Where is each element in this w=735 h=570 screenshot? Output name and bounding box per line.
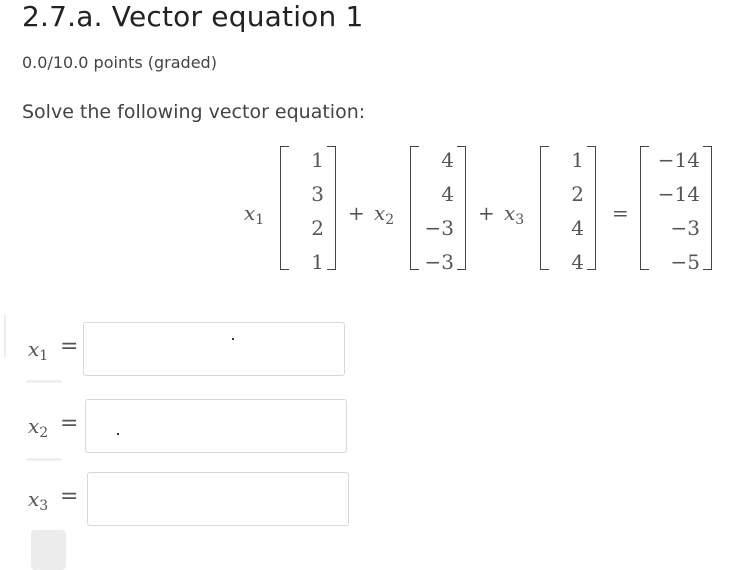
rhs-entry: −5 (670, 250, 700, 274)
problem-prompt: Solve the following vector equation: (22, 101, 366, 123)
plus-sign: + (348, 201, 365, 225)
answer-equals: = (60, 484, 79, 509)
answer-label-x3: x3 (28, 487, 49, 514)
rhs-entry: −14 (657, 182, 700, 206)
submit-status-box[interactable] (31, 530, 66, 570)
coef-x3: x3 (504, 201, 525, 228)
cursor-dot (117, 433, 119, 435)
vector-3-entry: 4 (571, 250, 584, 274)
vector-2-entry: −3 (424, 250, 454, 274)
vector-2: 4 4 −3 −3 (410, 146, 466, 274)
answer-equals: = (60, 411, 79, 436)
vector-3-entry: 2 (571, 182, 584, 206)
vector-1-entry: 1 (311, 250, 324, 274)
divider (4, 315, 6, 357)
problem-title: 2.7.a. Vector equation 1 (22, 0, 364, 33)
vector-1-entry: 3 (311, 182, 324, 206)
cursor-dot (232, 338, 234, 340)
vector-1-entry: 2 (311, 216, 324, 240)
vector-2-entry: 4 (441, 148, 454, 172)
answer-equals: = (60, 334, 79, 359)
vector-3-entry: 4 (571, 216, 584, 240)
coef-x2: x2 (374, 201, 395, 228)
rhs-vector: −14 −14 −3 −5 (640, 146, 712, 274)
x2-input[interactable] (85, 399, 347, 453)
vector-1-entry: 1 (311, 148, 324, 172)
vector-3-entry: 1 (571, 148, 584, 172)
equals-sign: = (612, 201, 629, 225)
answer-status-tab (26, 458, 62, 461)
vector-2-entry: 4 (441, 182, 454, 206)
coef-x1: x1 (244, 201, 265, 228)
x1-input[interactable] (83, 322, 345, 376)
points-status: 0.0/10.0 points (graded) (22, 53, 217, 72)
x3-input[interactable] (87, 472, 349, 526)
plus-sign: + (478, 201, 495, 225)
vector-2-entry: −3 (424, 216, 454, 240)
rhs-entry: −14 (657, 148, 700, 172)
answer-label-x2: x2 (28, 414, 49, 441)
vector-1: 1 3 2 1 (280, 146, 336, 274)
vector-3: 1 2 4 4 (540, 146, 596, 274)
answer-label-x1: x1 (28, 337, 49, 364)
rhs-entry: −3 (670, 216, 700, 240)
answer-status-tab (26, 380, 62, 383)
